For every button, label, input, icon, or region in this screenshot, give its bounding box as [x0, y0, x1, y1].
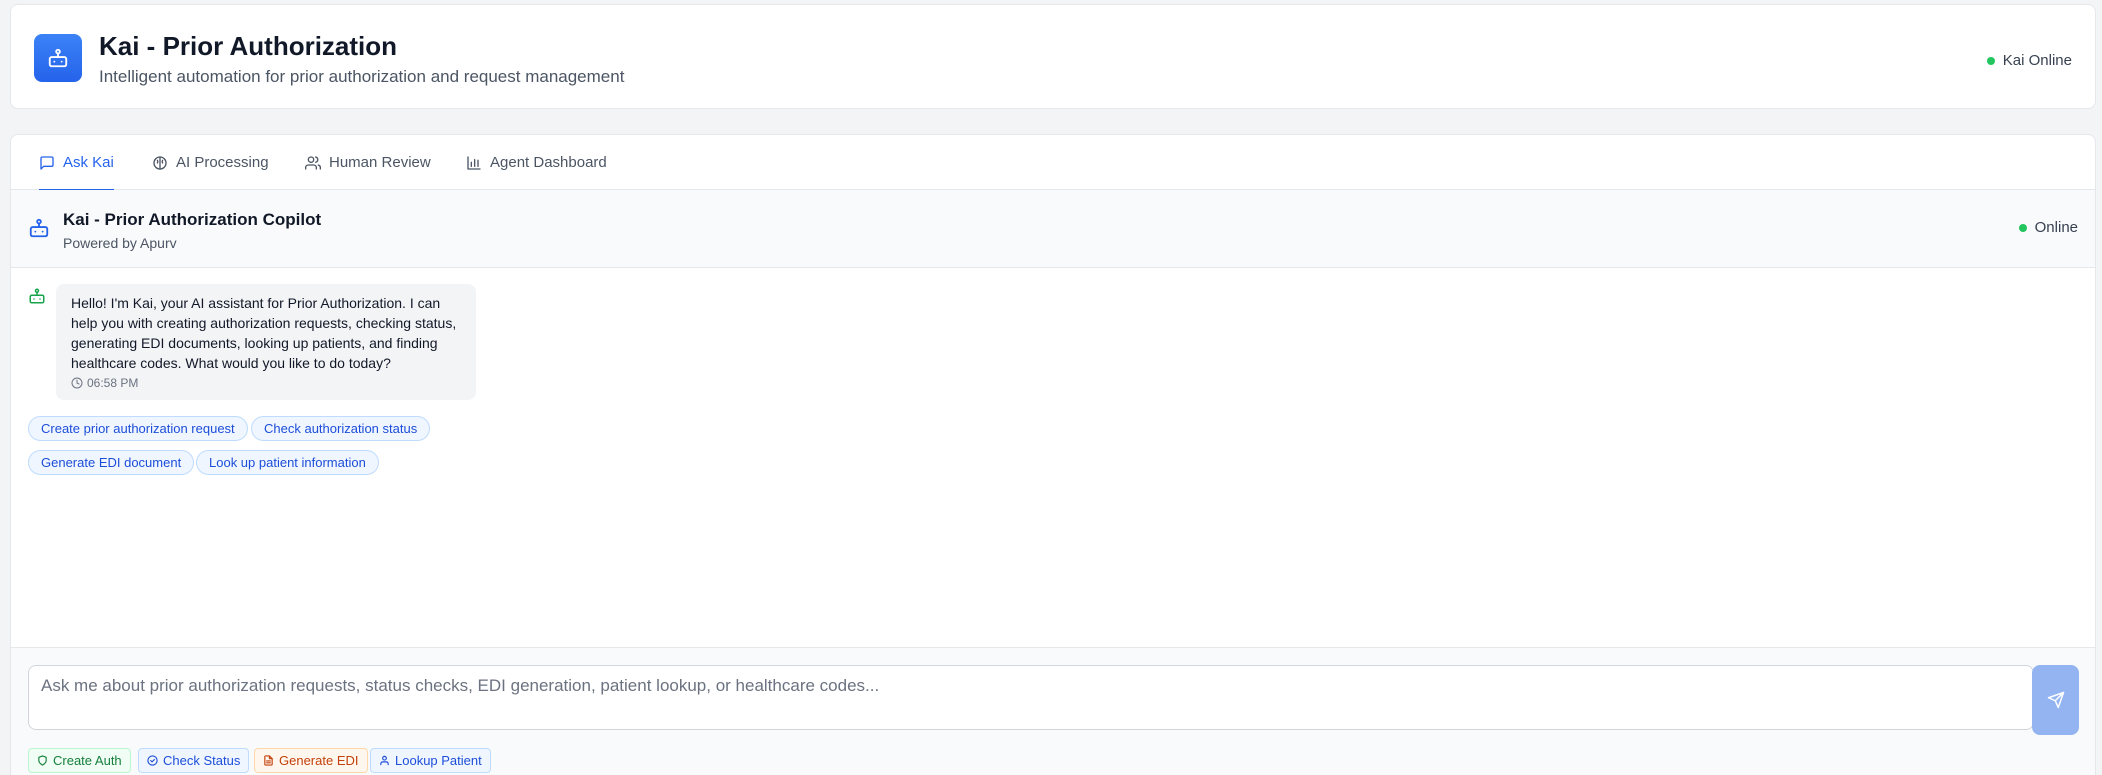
main-panel: Ask Kai AI Processing Human Review Agent… — [10, 134, 2096, 775]
suggestion-check-authorization-status[interactable]: Check authorization status — [251, 416, 431, 441]
tab-ai-processing[interactable]: AI Processing — [152, 135, 269, 190]
users-icon — [305, 155, 321, 170]
message-time-label: 06:58 PM — [87, 376, 139, 390]
clock-icon — [71, 377, 83, 389]
check-status-button[interactable]: Check Status — [138, 748, 250, 773]
brain-icon — [153, 155, 167, 170]
kai-status-label: Kai Online — [2002, 52, 2072, 69]
bot-avatar-icon — [28, 287, 46, 310]
app-subtitle: Intelligent automation for prior authori… — [99, 67, 625, 86]
bar-chart-icon — [467, 155, 481, 170]
chat-subtitle: Powered by Apurv — [63, 235, 177, 251]
chat-status: Online — [2018, 219, 2078, 236]
file-icon — [264, 755, 273, 766]
robot-icon — [34, 34, 82, 82]
online-dot-icon — [1986, 56, 1995, 65]
suggestion-generate-edi-document[interactable]: Generate EDI document — [28, 450, 195, 475]
send-icon — [2047, 691, 2064, 709]
robot-icon — [28, 217, 50, 244]
create-auth-button[interactable]: Create Auth — [28, 748, 131, 773]
chat-header: Kai - Prior Authorization Copilot Powere… — [11, 190, 2095, 268]
quick-action-label: Generate EDI — [279, 753, 359, 768]
suggestion-create-prior-authorization[interactable]: Create prior authorization request — [28, 416, 248, 441]
message-timestamp: 06:58 PM — [71, 376, 461, 390]
suggestion-look-up-patient[interactable]: Look up patient information — [196, 450, 379, 475]
quick-action-label: Check Status — [163, 753, 241, 768]
tab-human-review[interactable]: Human Review — [305, 135, 431, 190]
shield-icon — [38, 755, 47, 766]
app-title: Kai - Prior Authorization — [99, 31, 398, 61]
send-button[interactable] — [2032, 665, 2079, 735]
chat-input-area: Create Auth Check Status Generate EDI Lo… — [11, 647, 2095, 775]
chat-title: Kai - Prior Authorization Copilot — [63, 210, 322, 229]
kai-online-status: Kai Online — [1986, 52, 2072, 69]
generate-edi-button[interactable]: Generate EDI — [254, 748, 368, 773]
quick-action-label: Lookup Patient — [395, 753, 482, 768]
tab-bar: Ask Kai AI Processing Human Review Agent… — [11, 135, 2095, 191]
tab-label: Ask Kai — [63, 154, 114, 171]
tab-agent-dashboard[interactable]: Agent Dashboard — [466, 135, 607, 190]
tab-label: AI Processing — [176, 154, 269, 171]
chat-message-input[interactable] — [28, 665, 2034, 730]
message-text: Hello! I'm Kai, your AI assistant for Pr… — [71, 295, 457, 371]
app-header: Kai - Prior Authorization Intelligent au… — [10, 4, 2096, 109]
bot-message-bubble: Hello! I'm Kai, your AI assistant for Pr… — [56, 284, 476, 400]
chat-status-label: Online — [2034, 219, 2078, 236]
tab-label: Agent Dashboard — [490, 154, 607, 171]
check-circle-icon — [147, 755, 158, 766]
lookup-patient-button[interactable]: Lookup Patient — [370, 748, 491, 773]
quick-action-label: Create Auth — [53, 753, 122, 768]
message-icon — [40, 155, 54, 170]
online-dot-icon — [2018, 223, 2027, 232]
tab-label: Human Review — [329, 154, 431, 171]
tab-ask-kai[interactable]: Ask Kai — [39, 135, 114, 191]
user-icon — [380, 755, 389, 766]
